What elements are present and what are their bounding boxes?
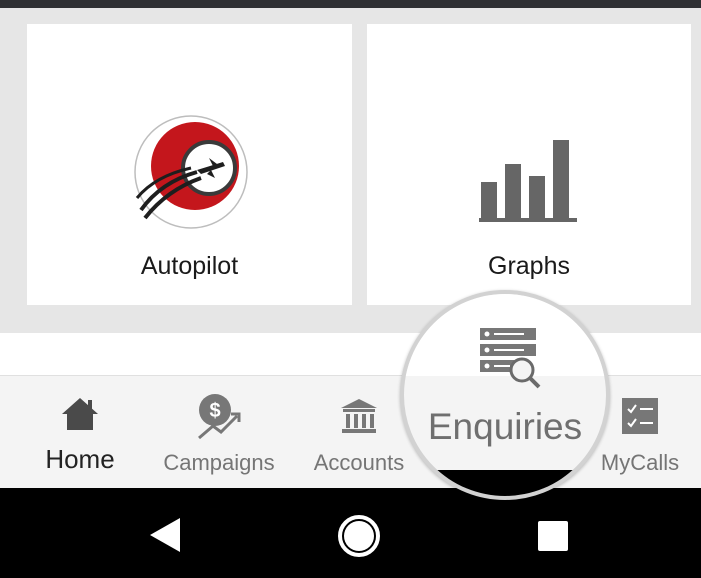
graphs-label: Graphs [488, 252, 570, 280]
system-nav-bar [0, 488, 701, 578]
nav-item-enquiries[interactable]: Enquiries [400, 290, 610, 500]
nav-label-campaigns: Campaigns [163, 450, 275, 475]
bank-icon [339, 396, 379, 436]
nav-label-enquiries: Enquiries [427, 406, 583, 447]
status-bar-edge [0, 0, 701, 8]
nav-item-campaigns[interactable]: $ Campaigns [155, 376, 283, 489]
home-icon [60, 394, 100, 434]
nav-item-home[interactable]: Home [20, 376, 140, 489]
dashboard-grid: Autopilot Graphs [10, 8, 701, 333]
dollar-growth-icon: $ [193, 392, 245, 442]
nav-label-home: Home [45, 444, 115, 474]
graphs-tile[interactable]: Graphs [367, 24, 691, 305]
bar-chart-icon [479, 138, 579, 224]
enquiry-search-icon [476, 324, 542, 390]
autopilot-label: Autopilot [140, 252, 239, 280]
nav-label-accounts: Accounts [313, 450, 405, 475]
svg-text:$: $ [209, 400, 220, 422]
back-icon[interactable] [148, 516, 182, 554]
autopilot-logo-icon [131, 112, 251, 232]
autopilot-tile[interactable]: Autopilot [27, 24, 352, 305]
checklist-icon [620, 396, 660, 436]
home-circle-icon[interactable] [336, 513, 382, 559]
recents-icon[interactable] [537, 520, 569, 552]
